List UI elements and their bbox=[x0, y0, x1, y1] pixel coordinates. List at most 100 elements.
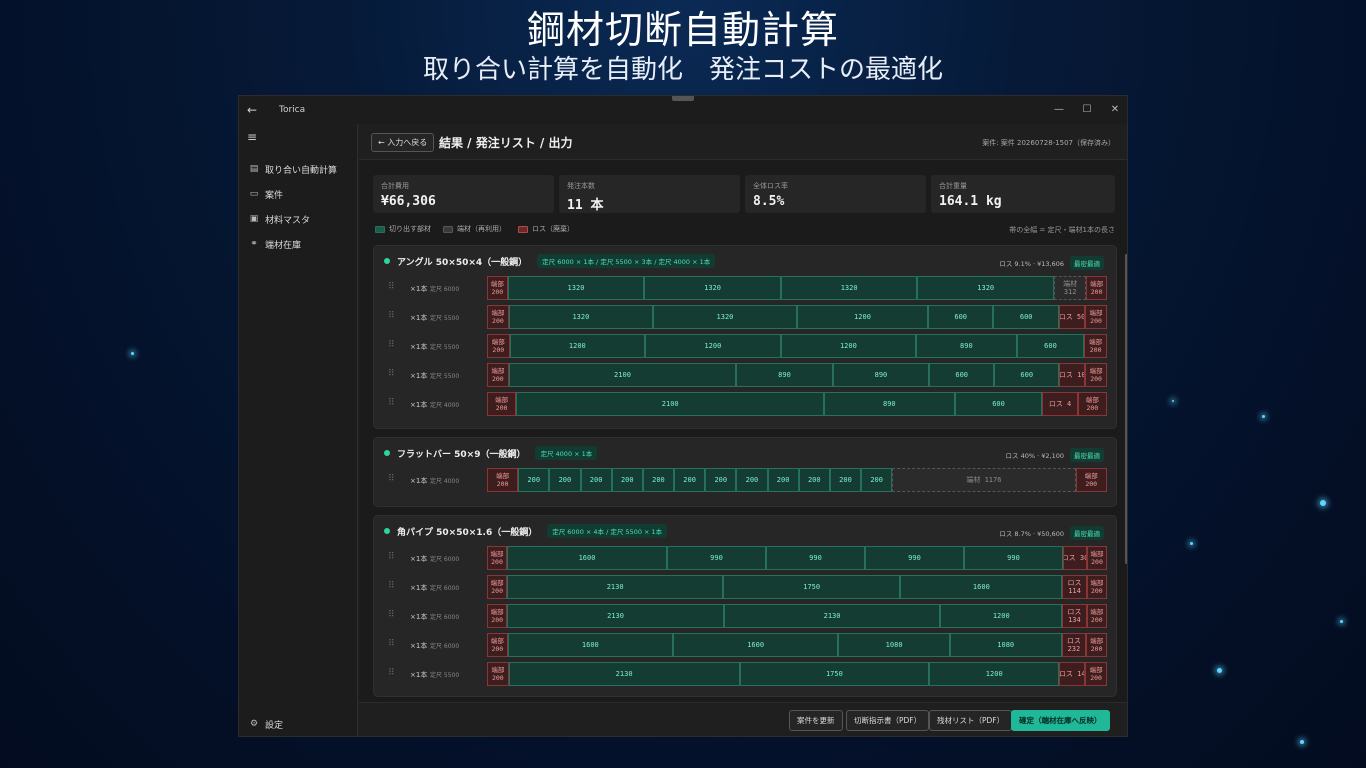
cut-piece: 890 bbox=[916, 334, 1017, 358]
cut-piece: 600 bbox=[954, 392, 1043, 416]
row-quantity: ×1本 bbox=[410, 401, 428, 409]
row-stock-length: 定尺 6000 bbox=[430, 614, 460, 621]
minimize-icon[interactable]: — bbox=[1045, 96, 1073, 124]
stat-label: 全体ロス率 bbox=[753, 182, 788, 190]
row-stock-length: 定尺 5500 bbox=[430, 373, 460, 380]
cut-row: ⠿ ×1本 定尺 4000 端部 200 200 200 200 200 200 200 200 200… bbox=[374, 468, 1118, 492]
app-name: Torica bbox=[279, 105, 306, 115]
drag-handle[interactable] bbox=[672, 96, 694, 101]
cut-piece: 2130 bbox=[507, 575, 724, 599]
maximize-icon[interactable]: ☐ bbox=[1073, 96, 1101, 124]
edge-trim: 端部 200 bbox=[1084, 334, 1107, 358]
group-summary: ロス 40% · ¥2,100 最密最適 bbox=[1006, 448, 1104, 462]
cut-bar: 端部 200 1320 1320 1320 1320 端材 312 端部 200 bbox=[487, 276, 1107, 300]
cut-piece: 1080 bbox=[949, 633, 1062, 657]
cut-piece: 600 bbox=[927, 305, 994, 329]
row-quantity: ×1本 bbox=[410, 613, 428, 621]
cut-piece: 890 bbox=[824, 392, 955, 416]
drag-handle-icon[interactable]: ⠿ bbox=[388, 474, 395, 484]
cut-piece: 200 bbox=[518, 468, 550, 492]
group-title: フラットバー 50×9（一般鋼） bbox=[397, 449, 526, 460]
cut-piece: 600 bbox=[1016, 334, 1085, 358]
sidebar-item-label: 案件 bbox=[265, 190, 284, 201]
cut-piece: 200 bbox=[767, 468, 799, 492]
drag-handle-icon[interactable]: ⠿ bbox=[388, 639, 395, 649]
sidebar-item-cases[interactable]: ▭ 案件 bbox=[247, 184, 355, 204]
scrollbar[interactable] bbox=[1125, 254, 1127, 564]
cut-row: ⠿ ×1本 定尺 5500 端部 200 1320 1320 1200 600 600 ロス 50 端… bbox=[374, 305, 1118, 329]
cut-bar: 端部 200 200 200 200 200 200 200 200 200 200 200 200 20… bbox=[487, 468, 1107, 492]
material-group: フラットバー 50×9（一般鋼） 定尺 4000 × 1本 ロス 40% · ¥2,… bbox=[373, 437, 1117, 507]
back-to-input-button[interactable]: ← 入力へ戻る bbox=[371, 133, 435, 152]
drag-handle-icon[interactable]: ⠿ bbox=[388, 311, 395, 321]
drag-handle-icon[interactable]: ⠿ bbox=[388, 610, 395, 620]
row-stock-length: 定尺 6000 bbox=[430, 556, 460, 563]
cut-row: ⠿ ×1本 定尺 6000 端部 200 2130 1750 1600 ロス 114 端部 200 bbox=[374, 575, 1118, 599]
edge-trim: 端部 200 bbox=[1086, 633, 1107, 657]
cut-bar: 端部 200 2130 1750 1200 ロス 14 端部 200 bbox=[487, 662, 1107, 686]
cut-bar: 端部 200 2130 2130 1200 ロス 134 端部 200 bbox=[487, 604, 1107, 628]
edge-trim: 端部 200 bbox=[487, 276, 508, 300]
cut-row: ⠿ ×1本 定尺 5500 端部 200 1200 1200 1200 890 600 端部 200 bbox=[374, 334, 1118, 358]
stat-value: 164.1 kg bbox=[939, 194, 1002, 209]
cut-bar: 端部 200 1200 1200 1200 890 600 端部 200 bbox=[487, 334, 1107, 358]
row-quantity: ×1本 bbox=[410, 584, 428, 592]
drag-handle-icon[interactable]: ⠿ bbox=[388, 369, 395, 379]
sidebar-item-auto-calc[interactable]: ▤ 取り合い自動計算 bbox=[247, 159, 355, 179]
drag-handle-icon[interactable]: ⠿ bbox=[388, 668, 395, 678]
legend-item-piece: 切り出す部材 bbox=[375, 224, 431, 234]
remnant-segment: 端材 1176 bbox=[892, 468, 1076, 492]
update-case-button[interactable]: 案件を更新 bbox=[789, 710, 843, 731]
stat-value: ¥66,306 bbox=[381, 194, 436, 209]
remnant-list-pdf-button[interactable]: 残材リスト（PDF） bbox=[929, 710, 1013, 731]
sidebar-item-label: 端材在庫 bbox=[265, 240, 302, 251]
cut-piece: 200 bbox=[549, 468, 581, 492]
row-quantity: ×1本 bbox=[410, 642, 428, 650]
cut-piece: 1200 bbox=[780, 334, 917, 358]
edge-trim: 端部 200 bbox=[1086, 604, 1107, 628]
cut-row: ⠿ ×1本 定尺 5500 端部 200 2130 1750 1200 ロス 14 端部 200 bbox=[374, 662, 1118, 686]
edge-trim: 端部 200 bbox=[487, 305, 509, 329]
legend-item-loss: ロス（廃棄） bbox=[518, 224, 574, 234]
group-header: 角パイプ 50×50×1.6（一般鋼） 定尺 6000 × 4本 / 定尺 550… bbox=[384, 524, 668, 538]
cut-piece: 990 bbox=[667, 546, 766, 570]
drag-handle-icon[interactable]: ⠿ bbox=[388, 282, 395, 292]
back-arrow-icon[interactable]: ← bbox=[239, 103, 265, 117]
calculator-icon: ▤ bbox=[249, 164, 259, 174]
close-icon[interactable]: ✕ bbox=[1101, 96, 1127, 124]
drag-handle-icon[interactable]: ⠿ bbox=[388, 581, 395, 591]
folder-icon: ▭ bbox=[249, 189, 259, 199]
drag-handle-icon[interactable]: ⠿ bbox=[388, 340, 395, 350]
sidebar-item-remnant-stock[interactable]: ⚭ 端材在庫 bbox=[247, 234, 355, 254]
edge-trim: 端部 200 bbox=[1077, 392, 1107, 416]
loss-segment: ロス 232 bbox=[1061, 633, 1087, 657]
confirm-button[interactable]: 確定（端材在庫へ反映） bbox=[1011, 710, 1110, 731]
edge-trim: 端部 200 bbox=[487, 604, 508, 628]
cut-piece: 1320 bbox=[780, 276, 918, 300]
cut-piece: 1600 bbox=[900, 575, 1063, 599]
cut-piece: 1600 bbox=[507, 546, 667, 570]
cut-piece: 2130 bbox=[507, 604, 724, 628]
edge-trim: 端部 200 bbox=[487, 546, 507, 570]
edge-trim: 端部 200 bbox=[1085, 662, 1107, 686]
cut-bar: 端部 200 1320 1320 1200 600 600 ロス 50 端部 200 bbox=[487, 305, 1107, 329]
cut-piece: 1080 bbox=[838, 633, 950, 657]
remnant-segment: 端材 312 bbox=[1054, 276, 1087, 300]
cut-instructions-pdf-button[interactable]: 切断指示書（PDF） bbox=[846, 710, 930, 731]
row-quantity: ×1本 bbox=[410, 285, 428, 293]
loss-segment: ロス 50 bbox=[1058, 305, 1086, 329]
row-stock-length: 定尺 5500 bbox=[430, 672, 460, 679]
legend-swatch bbox=[518, 225, 528, 233]
cut-piece: 990 bbox=[964, 546, 1063, 570]
footer-actions: 案件を更新 切断指示書（PDF） 残材リスト（PDF） 確定（端材在庫へ反映） bbox=[359, 702, 1127, 736]
edge-trim: 端部 200 bbox=[487, 575, 508, 599]
sidebar-item-material-master[interactable]: ▣ 材料マスタ bbox=[247, 209, 355, 229]
cut-piece: 200 bbox=[798, 468, 830, 492]
row-quantity: ×1本 bbox=[410, 671, 428, 679]
sidebar-item-settings[interactable]: ⚙ 設定 bbox=[247, 714, 355, 734]
row-quantity: ×1本 bbox=[410, 343, 428, 351]
menu-icon[interactable]: ≡ bbox=[247, 130, 257, 144]
drag-handle-icon[interactable]: ⠿ bbox=[388, 398, 395, 408]
drag-handle-icon[interactable]: ⠿ bbox=[388, 552, 395, 562]
cut-piece: 200 bbox=[611, 468, 643, 492]
